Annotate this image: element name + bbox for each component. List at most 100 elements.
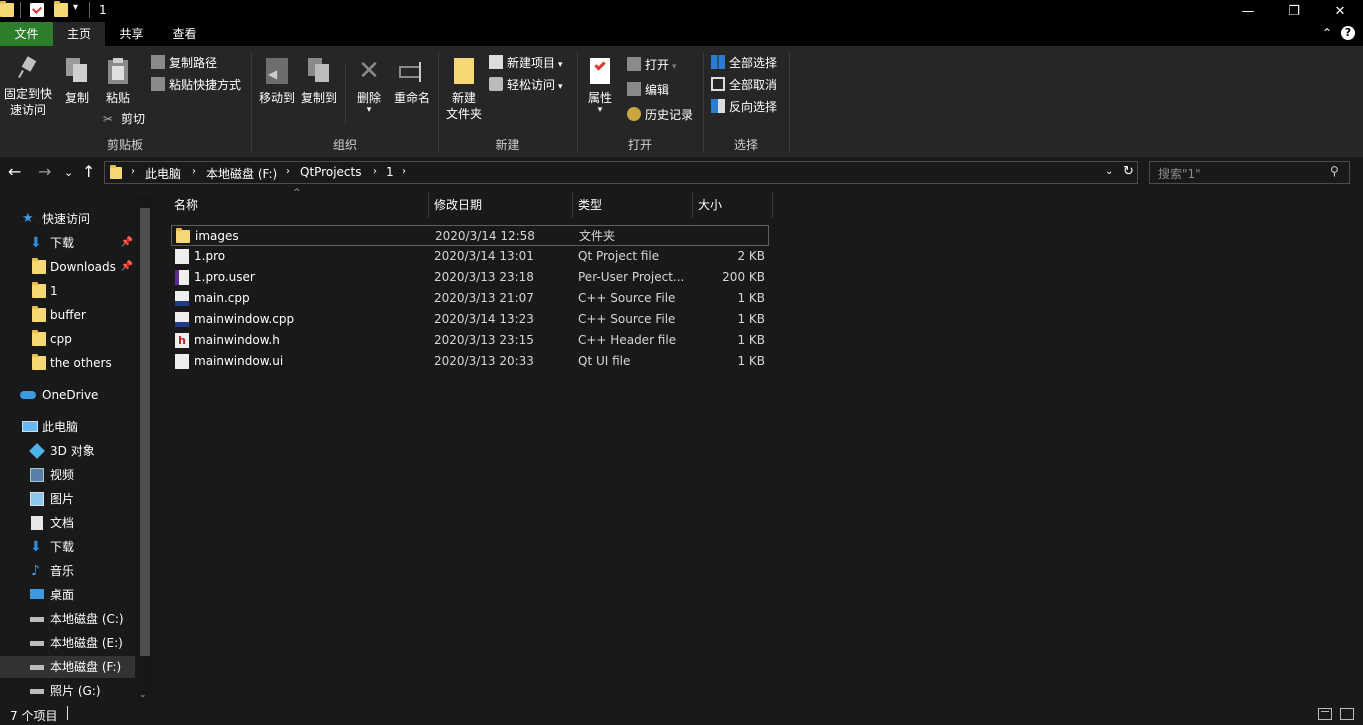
column-header-type[interactable]: 类型 [574,192,692,218]
back-arrow-icon[interactable]: ← [8,162,21,181]
table-row[interactable]: 1.pro.user 2020/3/13 23:18 Per-User Proj… [171,267,769,288]
properties-button[interactable]: 属性 ▾ [581,58,619,115]
history-button[interactable]: 历史记录 [627,105,693,125]
copy-button[interactable]: 复制 [60,58,94,106]
rename-button[interactable]: 重命名 [391,58,433,106]
nav-item-drive-f[interactable]: 本地磁盘 (F:) [0,656,135,678]
forward-arrow-icon[interactable]: → [38,162,51,181]
open-button[interactable]: 打开 ▾ [627,55,677,75]
tab-file[interactable]: 文件 [0,22,53,46]
file-date: 2020/3/13 23:18 [434,270,534,284]
delete-x-icon: ✕ [358,56,380,86]
table-row[interactable]: mainwindow.ui 2020/3/13 20:33 Qt UI file… [171,351,769,372]
column-header-date[interactable]: 修改日期 [430,192,572,218]
paste-button[interactable]: 粘贴 [101,58,135,106]
column-divider[interactable] [692,192,693,218]
nav-item-downloads-cn[interactable]: ⬇ 下载 📌 [0,232,135,254]
up-arrow-icon[interactable]: ↑ [82,162,95,181]
chevron-right-icon[interactable]: › [373,166,377,177]
pin-to-quick-access-button[interactable]: 固定到快 速访问 [2,56,54,118]
tab-view[interactable]: 查看 [158,22,211,46]
copy-path-button[interactable]: 复制路径 [151,53,217,73]
address-history-dropdown-icon[interactable]: ⌄ [1105,166,1113,177]
pin-icon[interactable]: 📌 [121,232,133,254]
nav-item-drive-c[interactable]: 本地磁盘 (C:) [0,608,135,630]
new-folder-button[interactable]: 新建 文件夹 [442,58,486,122]
address-bar[interactable]: › 此电脑 › 本地磁盘 (F:) › QtProjects › 1 › ⌄ ↻ [104,161,1138,184]
chevron-right-icon[interactable]: › [286,166,290,177]
nav-item-downloads-pc[interactable]: ⬇ 下载 [0,536,135,558]
tab-share[interactable]: 共享 [105,22,158,46]
delete-dropdown-icon[interactable]: ▾ [352,106,386,115]
tab-home[interactable]: 主页 [53,22,105,46]
table-row[interactable]: main.cpp 2020/3/13 21:07 C++ Source File… [171,288,769,309]
nav-onedrive[interactable]: OneDrive [0,384,135,406]
nav-item-documents[interactable]: 文档 [0,512,135,534]
nav-item-drive-e[interactable]: 本地磁盘 (E:) [0,632,135,654]
cpp-file-icon [175,291,189,306]
new-folder-quick-icon[interactable] [54,1,68,17]
edit-button[interactable]: 编辑 [627,80,669,100]
nav-scrollbar-thumb[interactable] [140,208,150,656]
folder-icon [32,354,46,370]
column-divider[interactable] [772,192,773,218]
cut-button[interactable]: ✂ 剪切 [103,109,145,129]
pin-icon[interactable]: 📌 [121,256,133,278]
nav-item-videos[interactable]: 视频 [0,464,135,486]
column-divider[interactable] [428,192,429,218]
properties-quick-icon[interactable] [30,3,44,17]
breadcrumb-1[interactable]: 1 [386,165,394,179]
nav-item-3d-objects[interactable]: 3D 对象 [0,440,135,462]
column-divider[interactable] [572,192,573,218]
move-to-button[interactable]: ◀ 移动到 [256,58,298,106]
easy-access-button[interactable]: 轻松访问 ▾ [489,75,563,95]
nav-this-pc[interactable]: 此电脑 [0,416,135,438]
divider [89,2,90,18]
properties-dropdown-icon[interactable]: ▾ [581,106,619,115]
scroll-down-icon[interactable]: ⌄ [139,690,147,700]
delete-button[interactable]: ✕ 删除 ▾ [352,56,386,115]
nav-label: OneDrive [42,388,99,402]
column-header-name[interactable]: 名称 [170,192,428,218]
select-none-button[interactable]: 全部取消 [711,75,777,95]
invert-selection-button[interactable]: 反向选择 [711,97,777,117]
restore-button[interactable]: ❐ [1271,0,1317,22]
nav-quick-access[interactable]: ★ 快速访问 [0,208,135,230]
minimize-button[interactable]: — [1225,0,1271,22]
details-view-icon[interactable] [1318,708,1332,720]
nav-item-desktop[interactable]: 桌面 [0,584,135,606]
breadcrumb-this-pc[interactable]: 此电脑 [145,165,181,182]
large-icons-view-icon[interactable] [1340,708,1354,720]
close-button[interactable]: ✕ [1317,0,1363,22]
nav-item-music[interactable]: ♪ 音乐 [0,560,135,582]
table-row[interactable]: mainwindow.cpp 2020/3/14 13:23 C++ Sourc… [171,309,769,330]
nav-item-drive-g[interactable]: 照片 (G:) [0,680,135,702]
search-input[interactable]: 搜索"1" ⚲ [1149,161,1350,184]
organize-group-label: 组织 [332,138,357,152]
collapse-ribbon-icon[interactable]: ⌃ [1322,26,1332,40]
customize-quick-access-icon[interactable]: ▾ [73,2,78,13]
breadcrumb-drive-f[interactable]: 本地磁盘 (F:) [206,165,277,182]
recent-locations-icon[interactable]: ⌄ [64,166,73,179]
table-row[interactable]: 1.pro 2020/3/14 13:01 Qt Project file 2 … [171,246,769,267]
refresh-icon[interactable]: ↻ [1123,164,1134,179]
breadcrumb-qtprojects[interactable]: QtProjects [300,165,361,179]
paste-shortcut-button[interactable]: 粘贴快捷方式 [151,75,241,95]
new-item-button[interactable]: 新建项目 ▾ [489,53,563,73]
chevron-right-icon[interactable]: › [131,166,135,177]
select-all-button[interactable]: 全部选择 [711,53,777,73]
copy-to-button[interactable]: 复制到 [298,58,340,106]
nav-item-pictures[interactable]: 图片 [0,488,135,510]
nav-item-the-others[interactable]: the others [0,352,135,374]
table-row[interactable]: images 2020/3/14 12:58 文件夹 [171,225,769,246]
help-icon[interactable]: ? [1341,26,1355,40]
nav-item-cpp[interactable]: cpp [0,328,135,350]
nav-item-1[interactable]: 1 [0,280,135,302]
column-header-size[interactable]: 大小 [694,192,772,218]
search-icon[interactable]: ⚲ [1330,164,1339,178]
nav-item-downloads[interactable]: Downloads 📌 [0,256,135,278]
chevron-right-icon[interactable]: › [402,166,406,177]
table-row[interactable]: h mainwindow.h 2020/3/13 23:15 C++ Heade… [171,330,769,351]
chevron-right-icon[interactable]: › [192,166,196,177]
nav-item-buffer[interactable]: buffer [0,304,135,326]
